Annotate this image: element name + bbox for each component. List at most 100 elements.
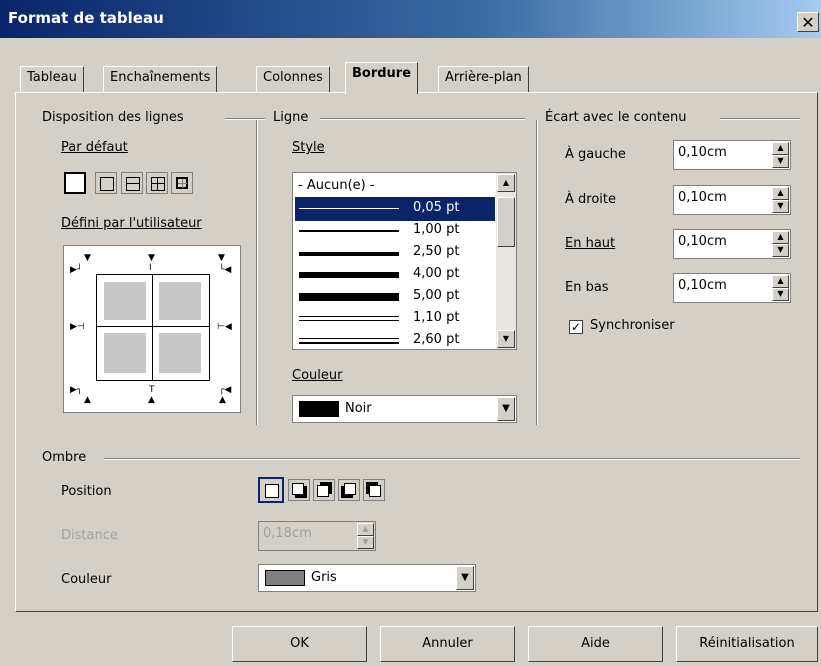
shadow-color-select[interactable]: Gris ▼ <box>258 564 476 592</box>
shadow-color-value: Gris <box>311 570 337 585</box>
line-color-label: Couleur <box>292 368 343 383</box>
left-spacing-field[interactable]: 0,10cm ▲ ▼ <box>673 140 791 170</box>
spin-down-icon[interactable]: ▼ <box>772 155 789 168</box>
spin-down-icon[interactable]: ▼ <box>357 536 374 549</box>
outer-only-preset-icon[interactable] <box>171 172 193 194</box>
default-label: Par défaut <box>61 140 128 155</box>
list-item-selected[interactable]: 0,05 pt <box>295 197 495 221</box>
spin-down-icon[interactable]: ▼ <box>772 244 789 257</box>
tab-arriere-plan[interactable]: Arrière-plan <box>438 66 529 92</box>
title-bar: Format de tableau ✕ <box>0 0 821 38</box>
edge-marker-icon: T <box>149 385 155 395</box>
line-sample <box>299 230 399 232</box>
chevron-down-icon[interactable]: ▼ <box>497 397 515 421</box>
help-button[interactable]: Aide <box>528 626 663 662</box>
corner-marker-icon: ▲ <box>219 395 226 405</box>
chevron-down-icon[interactable]: ▼ <box>456 566 474 590</box>
bottom-spacing-field[interactable]: 0,10cm ▲ ▼ <box>673 273 791 303</box>
scroll-down-icon[interactable]: ▼ <box>497 330 515 348</box>
top-spacing-value: 0,10cm <box>678 234 727 249</box>
right-spacing-value: 0,10cm <box>678 190 727 205</box>
tab-bordure[interactable]: Bordure <box>345 62 419 94</box>
line-sample <box>299 252 399 256</box>
list-item[interactable]: 2,60 pt <box>295 329 495 349</box>
preview-cell <box>104 282 146 320</box>
cancel-button[interactable]: Annuler <box>380 626 515 662</box>
outer-horizontal-border-preset-icon[interactable] <box>121 172 143 194</box>
shadow-bottom-left-icon[interactable] <box>338 479 360 501</box>
corner-marker-icon: ▼ <box>218 253 225 263</box>
corner-marker-icon: └◀ <box>219 265 232 275</box>
line-sample <box>299 320 399 321</box>
style-label: Style <box>292 140 325 155</box>
border-preview[interactable]: ▼ ▶┘ ▼ I ▼ └◀ ▶⊣ ⊢◀ ▶┐ ▲ T ▲ ┌◀ ▲ <box>63 245 241 413</box>
list-item-label: 0,05 pt <box>413 200 460 215</box>
outer-border-preset-icon[interactable] <box>95 172 117 194</box>
edge-marker-icon: ▶⊣ <box>70 322 85 332</box>
corner-marker-icon: ▲ <box>84 395 91 405</box>
synchronize-checkbox[interactable]: ✓ <box>569 320 583 334</box>
spin-up-icon[interactable]: ▲ <box>772 142 789 155</box>
window-title: Format de tableau <box>8 9 164 27</box>
spin-down-icon[interactable]: ▼ <box>772 288 789 301</box>
spin-up-icon[interactable]: ▲ <box>357 523 374 536</box>
list-item[interactable]: 4,00 pt <box>295 263 495 287</box>
spin-up-icon[interactable]: ▲ <box>772 187 789 200</box>
line-sample <box>299 272 399 278</box>
preview-cell <box>159 282 201 320</box>
line-style-list[interactable]: - Aucun(e) - 0,05 pt 1,00 pt 2,50 pt 4,0… <box>292 172 517 350</box>
reset-button[interactable]: Réinitialisation <box>676 626 818 662</box>
list-item-label: 1,10 pt <box>413 310 460 325</box>
ok-button[interactable]: OK <box>232 626 367 662</box>
list-item[interactable]: 5,00 pt <box>295 285 495 309</box>
divider <box>536 120 538 425</box>
scroll-thumb[interactable] <box>497 197 515 247</box>
bottom-spacing-value: 0,10cm <box>678 278 727 293</box>
divider <box>104 458 800 460</box>
list-scrollbar[interactable]: ▲ ▼ <box>496 173 516 349</box>
color-swatch <box>299 401 339 417</box>
line-color-select[interactable]: Noir ▼ <box>292 395 517 423</box>
top-spacing-field[interactable]: 0,10cm ▲ ▼ <box>673 229 791 259</box>
spin-up-icon[interactable]: ▲ <box>772 231 789 244</box>
line-heading: Ligne <box>273 110 313 125</box>
shadow-distance-field[interactable]: 0,18cm ▲ ▼ <box>258 521 376 551</box>
divider <box>225 118 265 120</box>
shadow-none-icon[interactable] <box>258 477 284 503</box>
list-item[interactable]: 1,10 pt <box>295 307 495 331</box>
right-spacing-field[interactable]: 0,10cm ▲ ▼ <box>673 185 791 215</box>
list-item[interactable]: 1,00 pt <box>295 219 495 243</box>
shadow-bottom-right-icon[interactable] <box>288 479 310 501</box>
preview-inner-vertical-line <box>152 275 153 380</box>
scroll-up-icon[interactable]: ▲ <box>497 174 515 192</box>
list-item-label: 4,00 pt <box>413 266 460 281</box>
spin-up-icon[interactable]: ▲ <box>772 275 789 288</box>
list-item[interactable]: 2,50 pt <box>295 241 495 265</box>
spin-down-icon[interactable]: ▼ <box>772 200 789 213</box>
close-button[interactable]: ✕ <box>797 12 819 32</box>
list-item[interactable]: - Aucun(e) - <box>295 175 495 199</box>
left-spacing-value: 0,10cm <box>678 145 727 160</box>
line-sample <box>299 208 399 209</box>
top-spacing-label: En haut <box>565 236 616 251</box>
shadow-color-label: Couleur <box>61 572 112 587</box>
no-border-preset-icon[interactable] <box>64 172 86 194</box>
line-color-value: Noir <box>345 401 372 416</box>
tab-enchainements[interactable]: Enchaînements <box>103 66 218 92</box>
shadow-distance-value: 0,18cm <box>263 526 312 541</box>
corner-marker-icon: ▶┘ <box>70 265 83 275</box>
outer-all-inner-border-preset-icon[interactable] <box>146 172 168 194</box>
shadow-top-right-icon[interactable] <box>313 479 335 501</box>
shadow-top-left-icon[interactable] <box>363 479 385 501</box>
list-item-label: 1,00 pt <box>413 222 460 237</box>
divider <box>256 120 258 425</box>
tab-tableau[interactable]: Tableau <box>20 66 84 92</box>
tab-colonnes[interactable]: Colonnes <box>256 66 330 92</box>
bottom-spacing-label: En bas <box>565 280 609 295</box>
list-item-label: - Aucun(e) - <box>298 178 375 193</box>
list-item-label: 2,60 pt <box>413 332 460 347</box>
corner-marker-icon: ▼ <box>84 253 91 263</box>
line-sample <box>299 342 399 344</box>
list-item-label: 2,50 pt <box>413 244 460 259</box>
user-defined-label: Défini par l'utilisateur <box>61 216 202 231</box>
